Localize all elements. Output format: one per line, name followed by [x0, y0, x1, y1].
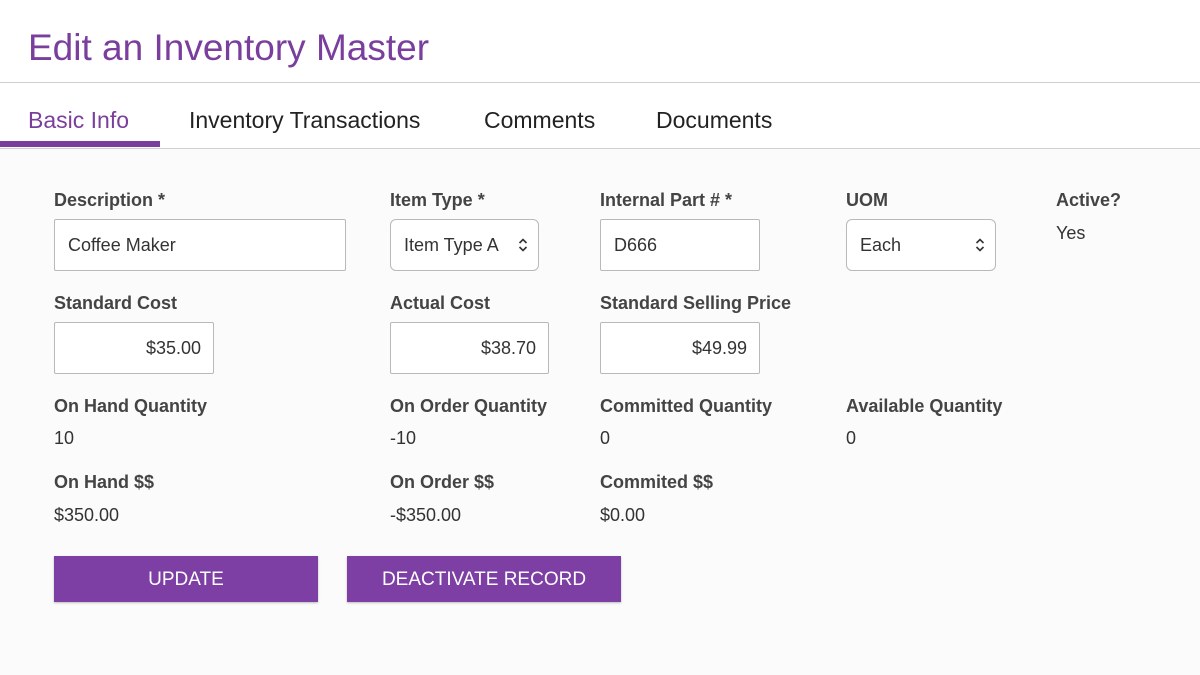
item-type-label: Item Type *: [390, 190, 485, 210]
chevron-up-down-icon: [975, 238, 985, 252]
page-header: Edit an Inventory Master: [0, 0, 1200, 83]
committed-dollars-label: Commited $$: [600, 472, 714, 492]
item-type-value: Item Type A: [404, 235, 499, 255]
uom-label: UOM: [846, 190, 888, 210]
standard-selling-price-label: Standard Selling Price: [600, 293, 792, 313]
active-label: Active?: [1056, 190, 1122, 210]
description-field[interactable]: Coffee Maker: [54, 219, 346, 271]
tab-documents[interactable]: Documents: [656, 83, 772, 146]
standard-selling-price-field[interactable]: $49.99: [600, 322, 760, 374]
available-quantity-label: Available Quantity: [846, 396, 1003, 416]
description-label: Description *: [54, 190, 166, 210]
item-type-select[interactable]: Item Type A: [390, 219, 539, 271]
update-button[interactable]: UPDATE: [54, 556, 318, 602]
actual-cost-field[interactable]: $38.70: [390, 322, 549, 374]
tab-basic-info[interactable]: Basic Info: [28, 83, 129, 146]
uom-value: Each: [860, 235, 902, 255]
committed-quantity-value: 0: [600, 428, 611, 448]
tab-inventory-transactions[interactable]: Inventory Transactions: [189, 83, 420, 146]
on-order-dollars-value: -$350.00: [390, 505, 462, 525]
on-hand-dollars-label: On Hand $$: [54, 472, 155, 492]
on-hand-quantity-value: 10: [54, 428, 75, 448]
internal-part-label: Internal Part # *: [600, 190, 733, 210]
uom-select[interactable]: Each: [846, 219, 996, 271]
on-hand-quantity-label: On Hand Quantity: [54, 396, 207, 416]
tab-comments[interactable]: Comments: [484, 83, 595, 146]
on-order-quantity-label: On Order Quantity: [390, 396, 548, 416]
available-quantity-value: 0: [846, 428, 857, 448]
page-title: Edit an Inventory Master: [28, 27, 430, 68]
on-order-dollars-label: On Order $$: [390, 472, 495, 492]
active-tab-indicator: [0, 141, 160, 147]
standard-cost-field[interactable]: $35.00: [54, 322, 214, 374]
committed-dollars-value: $0.00: [600, 505, 646, 525]
standard-cost-label: Standard Cost: [54, 293, 178, 313]
actual-cost-label: Actual Cost: [390, 293, 491, 313]
chevron-up-down-icon: [518, 238, 528, 252]
on-order-quantity-value: -10: [390, 428, 417, 448]
internal-part-field[interactable]: D666: [600, 219, 760, 271]
committed-quantity-label: Committed Quantity: [600, 396, 773, 416]
tab-bar: Basic Info Inventory Transactions Commen…: [0, 83, 1200, 149]
active-value: Yes: [1056, 223, 1086, 243]
deactivate-record-button[interactable]: DEACTIVATE RECORD: [347, 556, 621, 602]
on-hand-dollars-value: $350.00: [54, 505, 120, 525]
